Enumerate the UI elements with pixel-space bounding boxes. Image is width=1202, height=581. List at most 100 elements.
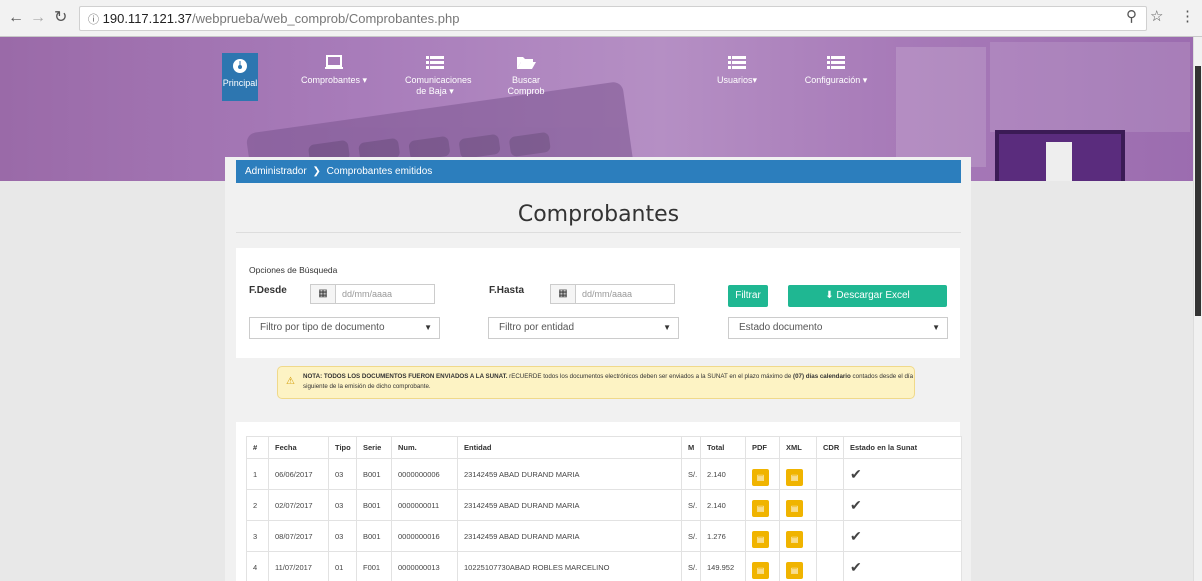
- breadcrumb: Administrador ❯ Comprobantes emitidos: [236, 160, 961, 183]
- comprobantes-table: # Fecha Tipo Serie Num. Entidad M Total …: [246, 436, 962, 581]
- nav-label: Comprobantes ▾: [300, 75, 368, 85]
- address-bar[interactable]: ⓘ 190.117.121.37/webprueba/web_comprob/C…: [79, 6, 1147, 31]
- cell-index: 2: [246, 489, 269, 521]
- cell-tipo: 03: [328, 458, 357, 490]
- nav-comunicaciones[interactable]: Comunicaciones de Baja ▾: [396, 55, 474, 97]
- download-excel-button[interactable]: ⬇ Descargar Excel: [788, 285, 947, 307]
- note-bold: NOTA: TODOS LOS DOCUMENTOS FUERON ENVIAD…: [303, 373, 508, 380]
- check-circle-icon: ✔: [850, 527, 862, 544]
- document-decoration: [1046, 142, 1072, 181]
- cell-xml: ▤: [779, 520, 817, 552]
- list-icon: [712, 55, 762, 71]
- breadcrumb-current: Comprobantes emitidos: [326, 166, 433, 177]
- note-bold-days: (07) días calendario: [793, 373, 851, 380]
- folder-open-icon: [504, 55, 548, 71]
- cell-total: 1.276: [700, 520, 746, 552]
- cell-serie: F001: [356, 551, 392, 581]
- scrollbar-thumb[interactable]: [1195, 66, 1201, 316]
- page-title: Comprobantes: [517, 202, 680, 227]
- back-icon[interactable]: ←: [8, 8, 24, 28]
- pdf-file-icon[interactable]: ▤: [752, 561, 769, 579]
- breadcrumb-root[interactable]: Administrador: [245, 166, 307, 177]
- cell-moneda: S/.: [681, 551, 701, 581]
- cell-cdr: [816, 551, 844, 581]
- xml-file-icon[interactable]: ▤: [786, 530, 803, 548]
- cell-index: 4: [246, 551, 269, 581]
- filter-button[interactable]: Filtrar: [728, 285, 768, 307]
- caret-down-icon: ▼: [424, 323, 432, 332]
- cell-fecha: 11/07/2017: [268, 551, 329, 581]
- nav-configuracion[interactable]: Configuración ▾: [799, 55, 873, 86]
- browser-toolbar: ← → ↻ ⓘ 190.117.121.37/webprueba/web_com…: [0, 0, 1202, 37]
- col-header[interactable]: #: [246, 436, 269, 459]
- cell-index: 1: [246, 458, 269, 490]
- note-text: rECUERDE todos los documentos electrónic…: [509, 373, 792, 380]
- col-header[interactable]: PDF: [745, 436, 780, 459]
- info-icon[interactable]: ⓘ: [88, 14, 99, 26]
- check-circle-icon: ✔: [850, 465, 862, 482]
- nav-comprobantes[interactable]: Comprobantes ▾: [296, 55, 372, 86]
- nav-label: Comunicaciones de Baja ▾: [405, 75, 472, 96]
- cell-tipo: 03: [328, 489, 357, 521]
- col-header[interactable]: Estado en la Sunat: [843, 436, 962, 459]
- table-row: 3 08/07/2017 03 B001 0000000016 23142459…: [246, 520, 962, 552]
- col-header[interactable]: Entidad: [457, 436, 682, 459]
- cell-estado: ✔: [843, 551, 962, 581]
- title-divider: [236, 232, 961, 233]
- col-header[interactable]: XML: [779, 436, 817, 459]
- cell-fecha: 08/07/2017: [268, 520, 329, 552]
- download-icon: ⬇: [825, 290, 834, 301]
- col-header[interactable]: Tipo: [328, 436, 357, 459]
- col-header[interactable]: Serie: [356, 436, 392, 459]
- cell-total: 2.140: [700, 489, 746, 521]
- col-header[interactable]: Fecha: [268, 436, 329, 459]
- col-header[interactable]: Total: [700, 436, 746, 459]
- entity-select[interactable]: Filtro por entidad ▼: [488, 317, 679, 339]
- nav-buscar[interactable]: Buscar Comprob: [504, 55, 548, 97]
- kebab-menu-icon[interactable]: ⋮: [1180, 7, 1195, 25]
- cell-estado: ✔: [843, 458, 962, 490]
- col-header[interactable]: Num.: [391, 436, 458, 459]
- star-icon[interactable]: ☆: [1150, 7, 1163, 25]
- status-select[interactable]: Estado documento ▼: [728, 317, 948, 339]
- cell-moneda: S/.: [681, 520, 701, 552]
- cell-entidad: 23142459 ABAD DURAND MARIA: [457, 520, 682, 552]
- xml-file-icon[interactable]: ▤: [786, 499, 803, 517]
- nav-label: Configuración ▾: [804, 75, 868, 85]
- url-path: /webprueba/web_comprob/Comprobantes.php: [192, 11, 460, 26]
- cell-serie: B001: [356, 520, 392, 552]
- col-header[interactable]: CDR: [816, 436, 844, 459]
- caret-down-icon: ▼: [932, 323, 940, 332]
- xml-file-icon[interactable]: ▤: [786, 468, 803, 486]
- banner-paper-decoration: [990, 42, 1190, 132]
- cell-num: 0000000013: [391, 551, 458, 581]
- doc-type-select[interactable]: Filtro por tipo de documento ▼: [249, 317, 440, 339]
- date-from-label: F.Desde: [249, 285, 287, 296]
- nav-usuarios[interactable]: Usuarios▾: [712, 55, 762, 86]
- forward-icon[interactable]: →: [30, 8, 46, 28]
- reload-icon[interactable]: ↻: [54, 8, 67, 28]
- cell-num: 0000000016: [391, 520, 458, 552]
- pdf-file-icon[interactable]: ▤: [752, 499, 769, 517]
- url-host: 190.117.121.37: [102, 11, 193, 26]
- nav-principal[interactable]: Principal: [222, 53, 258, 101]
- pdf-file-icon[interactable]: ▤: [752, 530, 769, 548]
- table-header-row: # Fecha Tipo Serie Num. Entidad M Total …: [246, 436, 962, 459]
- date-to-field[interactable]: ▦ dd/mm/aaaa: [550, 284, 675, 304]
- cell-num: 0000000006: [391, 458, 458, 490]
- cell-moneda: S/.: [681, 458, 701, 490]
- check-circle-icon: ✔: [850, 558, 862, 575]
- pdf-file-icon[interactable]: ▤: [752, 468, 769, 486]
- filters-section-label: Opciones de Búsqueda: [249, 265, 338, 275]
- status-select-value: Estado documento: [739, 322, 823, 333]
- caret-down-icon: ▼: [663, 323, 671, 332]
- xml-file-icon[interactable]: ▤: [786, 561, 803, 579]
- cell-pdf: ▤: [745, 489, 780, 521]
- col-header[interactable]: M: [681, 436, 701, 459]
- cell-pdf: ▤: [745, 458, 780, 490]
- cell-estado: ✔: [843, 489, 962, 521]
- cell-tipo: 01: [328, 551, 357, 581]
- date-from-field[interactable]: ▦ dd/mm/aaaa: [310, 284, 435, 304]
- zoom-icon[interactable]: ⚲: [1126, 7, 1137, 25]
- entity-select-value: Filtro por entidad: [499, 322, 575, 333]
